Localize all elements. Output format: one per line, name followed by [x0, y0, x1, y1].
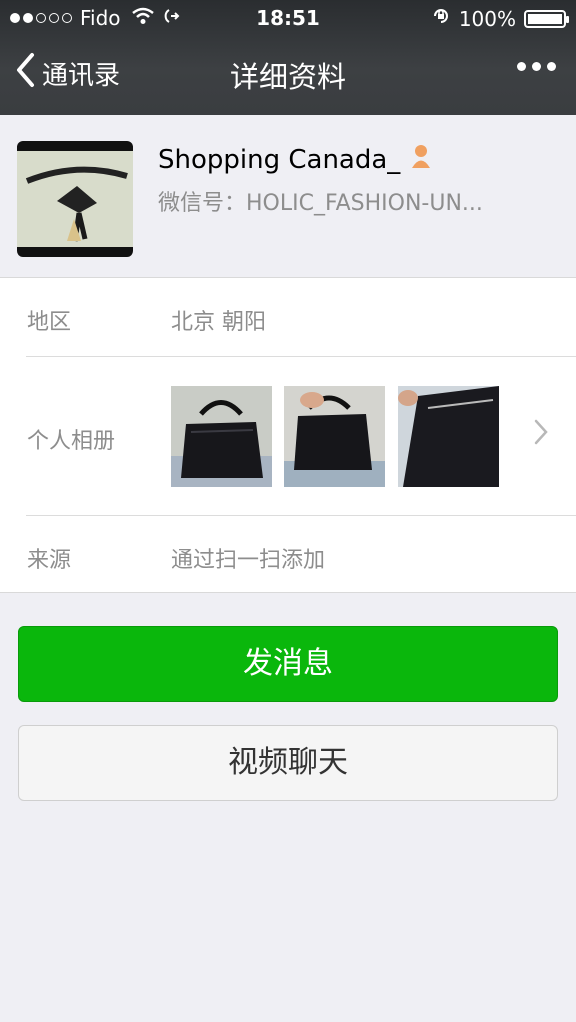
- region-row: 地区 北京 朝阳: [0, 278, 576, 356]
- rotation-lock-icon: [431, 6, 451, 31]
- wechat-id: 微信号：HOLIC_FASHION-UN...: [158, 191, 483, 216]
- profile-header: Shopping Canada_ 微信号：HOLIC_FASHION-UN...: [0, 115, 576, 277]
- video-chat-button[interactable]: 视频聊天: [18, 725, 558, 801]
- more-icon[interactable]: [517, 62, 556, 71]
- battery-icon: [524, 9, 569, 28]
- top-bar: Fido 18:51 100% 通讯录 详细资料: [0, 0, 576, 115]
- source-label: 来源: [27, 548, 72, 573]
- status-right: 100%: [431, 6, 569, 31]
- battery-percent: 100%: [458, 6, 516, 31]
- info-list: 地区 北京 朝阳 个人相册 来源 通过扫一扫添加: [0, 277, 576, 593]
- profile-name-row: Shopping Canada_: [158, 143, 432, 176]
- album-row[interactable]: 个人相册: [0, 357, 576, 515]
- gender-female-icon: [410, 143, 432, 176]
- album-photo-3: [398, 386, 499, 487]
- contact-detail-screen: Fido 18:51 100% 通讯录 详细资料 Shopping Canada…: [0, 0, 576, 1022]
- region-label: 地区: [27, 310, 72, 335]
- region-value: 北京 朝阳: [171, 310, 266, 335]
- page-title: 详细资料: [229, 60, 346, 94]
- album-photo-2: [284, 386, 385, 487]
- source-row: 来源 通过扫一扫添加: [0, 516, 576, 594]
- status-bar: Fido 18:51 100%: [0, 0, 576, 36]
- source-value: 通过扫一扫添加: [171, 548, 326, 573]
- send-message-button[interactable]: 发消息: [18, 626, 558, 702]
- album-label: 个人相册: [27, 429, 116, 454]
- avatar[interactable]: [17, 141, 133, 257]
- profile-name: Shopping Canada_: [158, 144, 401, 175]
- chevron-right-icon: [534, 419, 548, 449]
- album-photo-1: [171, 386, 272, 487]
- navigation-bar: 通讯录 详细资料: [0, 40, 576, 115]
